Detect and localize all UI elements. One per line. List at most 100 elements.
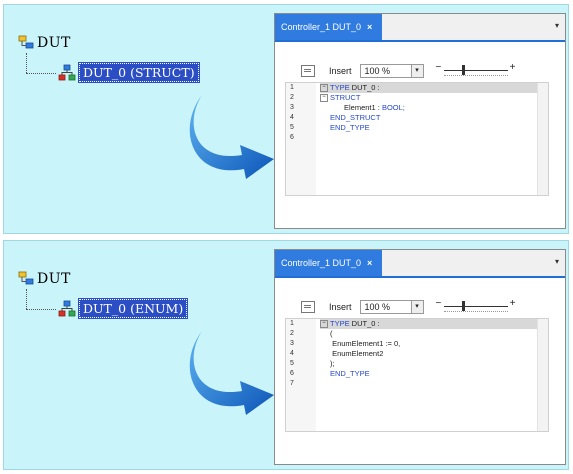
enum-example-panel: DUT DUT_0 (ENUM) Controller_1 DUT_0 × ▾	[3, 240, 569, 470]
line-number: 3	[290, 104, 294, 111]
dut-node-icon	[58, 300, 76, 316]
code-line[interactable]: Element1 : BOOL;	[320, 103, 538, 113]
view-mode-icon[interactable]	[301, 301, 315, 313]
editor-toolbar: Insert 100 % ▾ − +	[301, 298, 516, 314]
line-number: 5	[290, 360, 294, 367]
chevron-down-icon[interactable]: ▾	[555, 21, 559, 30]
code-line[interactable]: END_STRUCT	[320, 113, 538, 123]
zoom-slider[interactable]: − +	[436, 298, 516, 314]
line-number: 1	[290, 320, 294, 327]
view-mode-icon[interactable]	[301, 65, 315, 77]
code-keyword: TYPE	[330, 319, 350, 328]
slider-track	[443, 70, 508, 71]
curved-arrow-icon	[189, 331, 274, 415]
zoom-select[interactable]: 100 %	[359, 300, 412, 314]
zoom-in-icon[interactable]: +	[510, 298, 516, 309]
curved-arrow-icon	[189, 95, 274, 179]
tab-title: Controller_1 DUT_0	[281, 258, 362, 268]
line-number: 4	[290, 350, 294, 357]
line-number: 2	[290, 94, 294, 101]
code-keyword: END_TYPE	[330, 123, 370, 132]
folder-tree-icon	[18, 271, 34, 285]
tree-root-label: DUT	[37, 35, 71, 51]
folder-tree-icon	[18, 35, 34, 49]
code-text: DUT_0 :	[349, 319, 380, 328]
code-text: (	[330, 329, 333, 338]
tree-connector	[26, 73, 56, 74]
tree-item-dut-0[interactable]: DUT_0 (STRUCT)	[58, 62, 200, 83]
code-line[interactable]: );	[320, 359, 538, 369]
zoom-slider[interactable]: − +	[436, 62, 516, 78]
code-line[interactable]: EnumElement1 := 0,	[320, 339, 538, 349]
code-line[interactable]: (	[320, 329, 538, 339]
tab-controller-dut[interactable]: Controller_1 DUT_0 ×	[275, 14, 383, 40]
tree-connector	[26, 309, 56, 310]
zoom-out-icon[interactable]: −	[436, 298, 442, 309]
line-number-gutter: 1 2 3 4 5 6	[286, 83, 316, 195]
tree-item-label: DUT_0 (ENUM)	[77, 298, 189, 319]
code-area[interactable]: − TYPE DUT_0 :( EnumElement1 := 0, EnumEl…	[320, 319, 538, 389]
struct-example-panel: DUT DUT_0 (STRUCT) Controller_1 DUT_0 × …	[3, 4, 569, 234]
zoom-select[interactable]: 100 %	[359, 64, 412, 78]
zoom-in-icon[interactable]: +	[510, 62, 516, 73]
code-editor[interactable]: 123456 − TYPE DUT_0 : − STRUCT Element1 : BO…	[285, 82, 549, 196]
line-number-gutter: 1 2 3 4 5 6 7	[286, 319, 316, 431]
fold-toggle-icon[interactable]: −	[320, 320, 328, 329]
code-editor[interactable]: 1234567 − TYPE DUT_0 :( EnumElement1 := 0…	[285, 318, 549, 432]
slider-handle[interactable]	[461, 65, 465, 75]
slider-handle[interactable]	[461, 301, 465, 311]
code-line[interactable]	[320, 379, 538, 389]
code-line[interactable]: − TYPE DUT_0 :	[320, 319, 538, 329]
line-number: 4	[290, 114, 294, 121]
tab-controller-dut[interactable]: Controller_1 DUT_0 ×	[275, 250, 383, 276]
editor-toolbar: Insert 100 % ▾ − +	[301, 62, 516, 78]
tab-bar: Controller_1 DUT_0 × ▾	[275, 250, 565, 278]
editor-window: Controller_1 DUT_0 × ▾ Insert 100 % ▾ − …	[274, 13, 566, 229]
line-number: 1	[290, 84, 294, 91]
code-keyword: STRUCT	[330, 93, 361, 102]
slider-track	[443, 306, 508, 307]
close-icon[interactable]: ×	[367, 258, 372, 268]
code-line[interactable]	[320, 133, 538, 143]
code-type: BOOL;	[381, 103, 405, 112]
chevron-down-icon[interactable]: ▾	[411, 64, 424, 78]
code-line[interactable]: − STRUCT	[320, 93, 538, 103]
code-text: EnumElement2	[330, 349, 384, 358]
code-line[interactable]: END_TYPE	[320, 123, 538, 133]
fold-toggle-icon[interactable]: −	[320, 84, 328, 93]
insert-mode-label: Insert	[329, 66, 352, 76]
chevron-down-icon[interactable]: ▾	[411, 300, 424, 314]
insert-mode-label: Insert	[329, 302, 352, 312]
code-line[interactable]: EnumElement2	[320, 349, 538, 359]
code-text: EnumElement1 := 0,	[330, 339, 401, 348]
chevron-down-icon[interactable]: ▾	[555, 257, 559, 266]
line-number: 2	[290, 330, 294, 337]
code-text: DUT_0 :	[349, 83, 380, 92]
code-area[interactable]: − TYPE DUT_0 : − STRUCT Element1 : BOOL; END_…	[320, 83, 538, 143]
code-text: Element1 :	[344, 103, 382, 112]
tree-connector	[26, 53, 27, 73]
line-number: 5	[290, 124, 294, 131]
tree-root-dut[interactable]: DUT	[18, 35, 71, 51]
code-line[interactable]: − TYPE DUT_0 :	[320, 83, 538, 93]
code-keyword: TYPE	[330, 83, 350, 92]
code-text: );	[330, 359, 335, 368]
tree-root-label: DUT	[37, 271, 71, 287]
editor-window: Controller_1 DUT_0 × ▾ Insert 100 % ▾ − …	[274, 249, 566, 465]
slider-ticks	[443, 75, 508, 76]
vertical-scrollbar[interactable]	[537, 83, 548, 195]
vertical-scrollbar[interactable]	[537, 319, 548, 431]
tab-bar: Controller_1 DUT_0 × ▾	[275, 14, 565, 42]
line-number: 3	[290, 340, 294, 347]
fold-toggle-icon[interactable]: −	[320, 94, 328, 103]
tab-title: Controller_1 DUT_0	[281, 22, 362, 32]
close-icon[interactable]: ×	[367, 22, 372, 32]
tree-connector	[26, 289, 27, 309]
slider-ticks	[443, 311, 508, 312]
tree-item-label: DUT_0 (STRUCT)	[78, 62, 200, 83]
code-keyword: END_TYPE	[330, 369, 370, 378]
tree-root-dut[interactable]: DUT	[18, 271, 71, 287]
tree-item-dut-0[interactable]: DUT_0 (ENUM)	[58, 298, 189, 319]
zoom-out-icon[interactable]: −	[436, 62, 442, 73]
code-line[interactable]: END_TYPE	[320, 369, 538, 379]
